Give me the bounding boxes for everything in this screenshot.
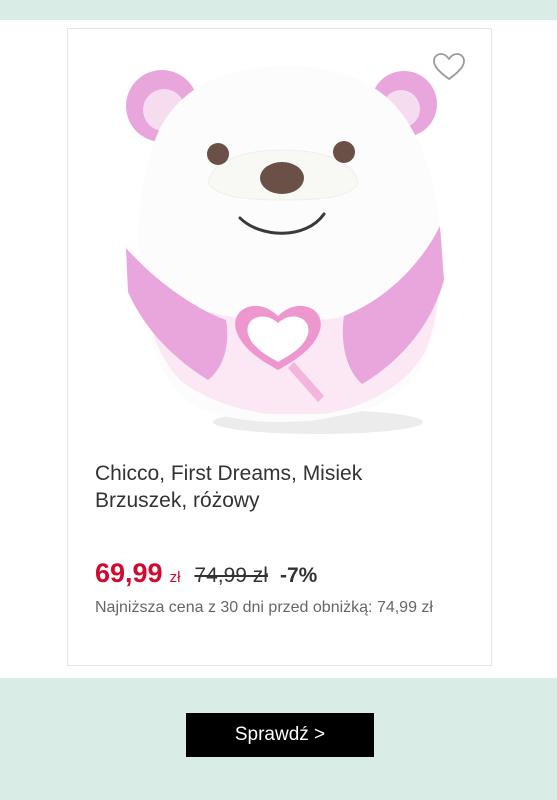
lowest-price-note: Najniższa cena z 30 dni przed obniżką: 7… [95,599,433,616]
old-price: 74,99 zł [194,564,268,587]
current-price: 69,99 [95,558,163,588]
top-background-band [0,0,557,20]
discount-badge: -7% [279,564,318,587]
product-title[interactable]: Chicco, First Dreams, Misiek Brzuszek, r… [95,460,455,514]
product-image[interactable] [118,58,448,440]
price-row: 69,99 zł 74,99 zł -7% [95,558,317,592]
price-currency: zł [169,569,181,586]
check-button[interactable]: Sprawdź > [186,713,374,757]
